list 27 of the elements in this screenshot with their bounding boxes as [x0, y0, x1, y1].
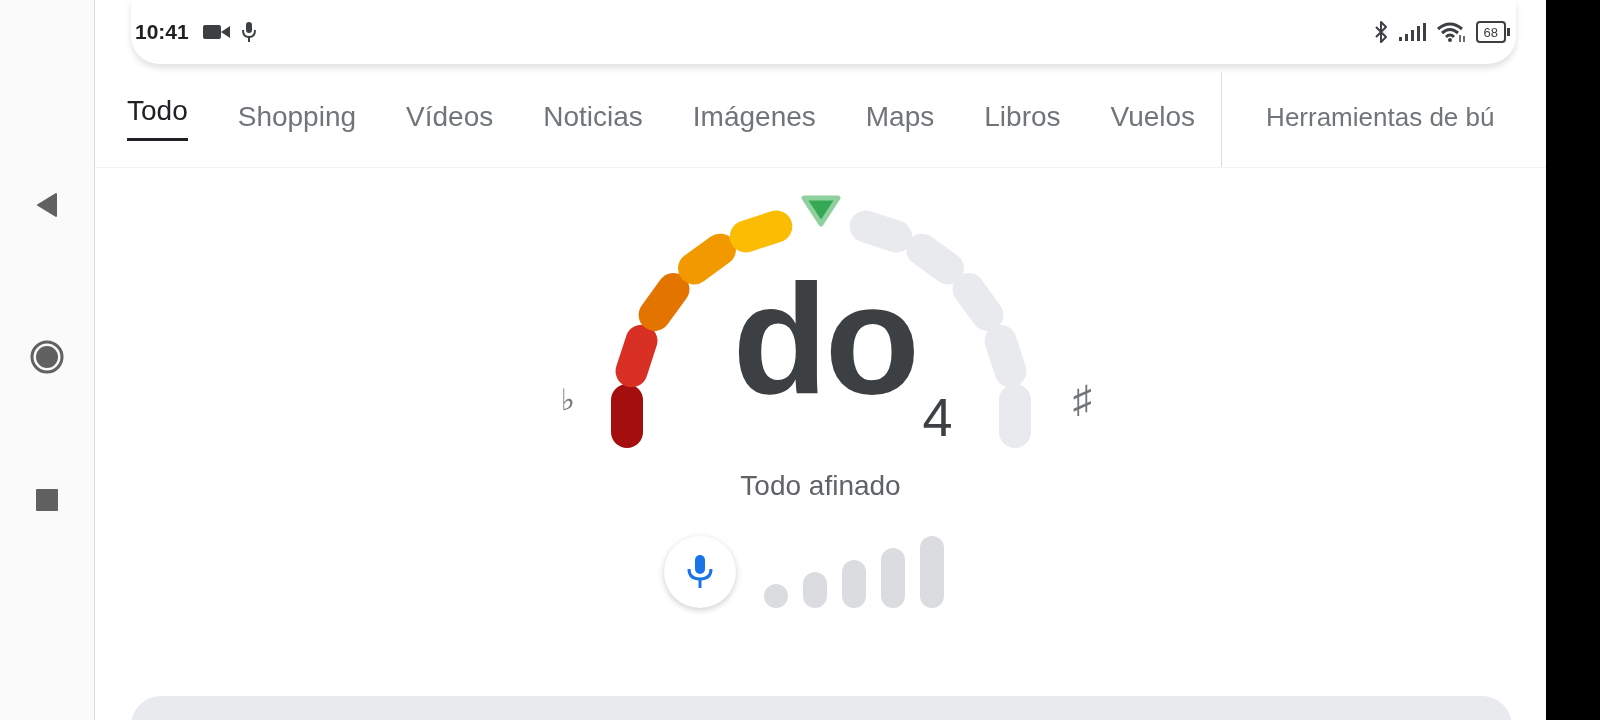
needle-icon: [801, 195, 840, 227]
tab[interactable]: Todo: [127, 72, 188, 141]
sharp-sign: ♯: [1072, 378, 1092, 421]
tab[interactable]: Noticias: [543, 72, 643, 167]
back-icon[interactable]: [34, 192, 60, 218]
tab[interactable]: Libros: [984, 72, 1061, 167]
octave-number: 4: [922, 386, 953, 448]
tab[interactable]: Shopping: [237, 72, 357, 167]
tab[interactable]: Vídeos: [406, 72, 494, 167]
tab[interactable]: Imágenes: [692, 72, 816, 167]
battery-level: 68: [1483, 24, 1498, 40]
bluetooth-icon: [1373, 20, 1388, 44]
microphone-icon: [240, 21, 257, 43]
tab[interactable]: Vuelos: [1110, 72, 1196, 167]
recents-icon[interactable]: [35, 488, 59, 512]
tuning-status: Todo afinado: [739, 470, 902, 502]
signal-icon: [1397, 22, 1426, 42]
home-icon[interactable]: [30, 340, 64, 374]
microphone-button[interactable]: [663, 536, 736, 608]
flat-sign: ♭: [560, 382, 575, 417]
tab[interactable]: Maps: [865, 72, 935, 167]
microphone-icon: [686, 554, 713, 590]
clock-time: 10:41: [135, 20, 189, 44]
wifi-icon: [1435, 21, 1466, 43]
tab[interactable]: Herramientas de bú: [1266, 72, 1495, 167]
video-camera-icon: [202, 23, 231, 41]
note-name: do: [732, 251, 918, 428]
